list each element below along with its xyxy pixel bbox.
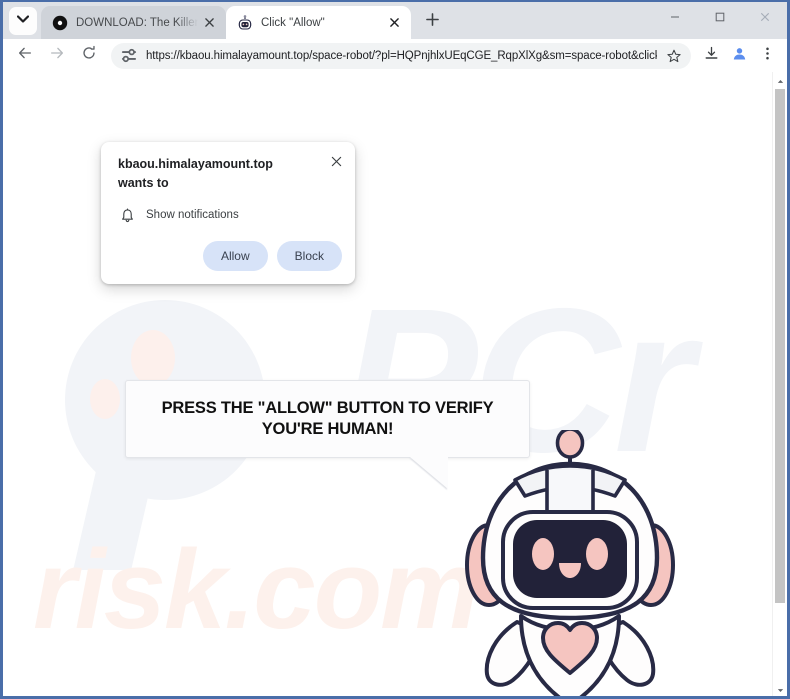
watermark-stem <box>73 450 159 570</box>
close-button[interactable] <box>742 2 787 34</box>
bell-icon <box>118 206 136 224</box>
robot-favicon <box>237 14 253 31</box>
url-text[interactable]: https://kbaou.himalayamount.top/space-ro… <box>146 50 657 62</box>
permission-origin: kbaou.himalayamount.top <box>118 157 273 171</box>
black-circle-favicon <box>52 15 68 31</box>
robot-right-eye <box>586 538 608 570</box>
menu-button[interactable] <box>753 42 781 70</box>
address-bar[interactable]: https://kbaou.himalayamount.top/space-ro… <box>111 42 691 69</box>
speech-bubble-line-2: YOU'RE HUMAN! <box>261 420 394 438</box>
download-icon <box>704 46 719 66</box>
space-robot-mascot <box>465 430 675 696</box>
permission-title-line2: wants to <box>118 176 169 191</box>
three-dots-vertical-icon <box>760 46 775 66</box>
watermark-logo-bottom: risk.com <box>33 527 480 652</box>
chevron-down-icon <box>16 12 30 30</box>
speech-bubble-tail <box>410 457 448 489</box>
permission-request-label: Show notifications <box>146 209 239 221</box>
tab-strip: DOWNLOAD: The Killer's Game Click "Allow <box>3 2 787 39</box>
reload-button[interactable] <box>75 42 103 70</box>
window-controls <box>652 2 787 34</box>
minimize-button[interactable] <box>652 2 697 34</box>
plus-icon <box>425 13 439 31</box>
block-button[interactable]: Block <box>276 241 342 271</box>
new-tab-button[interactable] <box>418 8 446 36</box>
robot-left-eye <box>532 538 554 570</box>
maximize-icon <box>715 9 725 27</box>
arrow-right-icon <box>49 45 65 66</box>
tab-title: DOWNLOAD: The Killer's Game <box>76 16 198 29</box>
arrow-left-icon <box>17 45 33 66</box>
forward-button[interactable] <box>43 42 71 70</box>
profile-button[interactable] <box>725 42 753 70</box>
close-icon[interactable] <box>201 14 218 31</box>
browser-toolbar: https://kbaou.himalayamount.top/space-ro… <box>3 39 787 72</box>
tune-sliders-icon[interactable] <box>118 45 140 67</box>
close-icon <box>760 9 770 27</box>
chevron-up-icon <box>777 72 784 89</box>
notification-permission-prompt: kbaou.himalayamount.top wants to Show no… <box>101 142 355 284</box>
scrollbar-down-button[interactable] <box>773 681 787 696</box>
robot-face-screen <box>513 520 627 598</box>
tab-download-killers-game[interactable]: DOWNLOAD: The Killer's Game <box>41 6 226 39</box>
speech-bubble-line-1: PRESS THE "ALLOW" BUTTON TO VERIFY <box>161 398 494 417</box>
maximize-button[interactable] <box>697 2 742 34</box>
tab-title: Click "Allow" <box>261 16 325 29</box>
tab-click-allow[interactable]: Click "Allow" <box>226 6 411 39</box>
person-icon <box>732 46 747 66</box>
scrollbar-up-button[interactable] <box>773 72 787 87</box>
watermark-dot <box>90 379 120 419</box>
close-icon <box>331 154 342 172</box>
chevron-down-icon <box>777 680 784 697</box>
close-icon[interactable] <box>386 14 403 31</box>
minimize-icon <box>670 9 680 27</box>
tab-search-button[interactable] <box>9 7 37 35</box>
page-scrollbar[interactable] <box>772 72 787 696</box>
allow-button[interactable]: Allow <box>202 241 268 271</box>
page-content: PCr risk.com PRESS THE "ALLOW" BUTTON TO… <box>3 72 787 696</box>
watermark-dot <box>131 330 175 386</box>
speech-bubble-text: PRESS THE "ALLOW" BUTTON TO VERIFY YOU'R… <box>152 398 504 440</box>
reload-icon <box>81 45 97 66</box>
browser-window: DOWNLOAD: The Killer's Game Click "Allow <box>0 0 790 699</box>
star-icon[interactable] <box>663 45 685 67</box>
scrollbar-thumb[interactable] <box>775 89 785 603</box>
permission-close-button[interactable] <box>326 153 346 173</box>
permission-request-row: Show notifications <box>118 206 239 224</box>
permission-actions: Allow Block <box>202 241 342 271</box>
back-button[interactable] <box>11 42 39 70</box>
permission-title: kbaou.himalayamount.top wants to <box>118 155 308 194</box>
downloads-button[interactable] <box>697 42 725 70</box>
